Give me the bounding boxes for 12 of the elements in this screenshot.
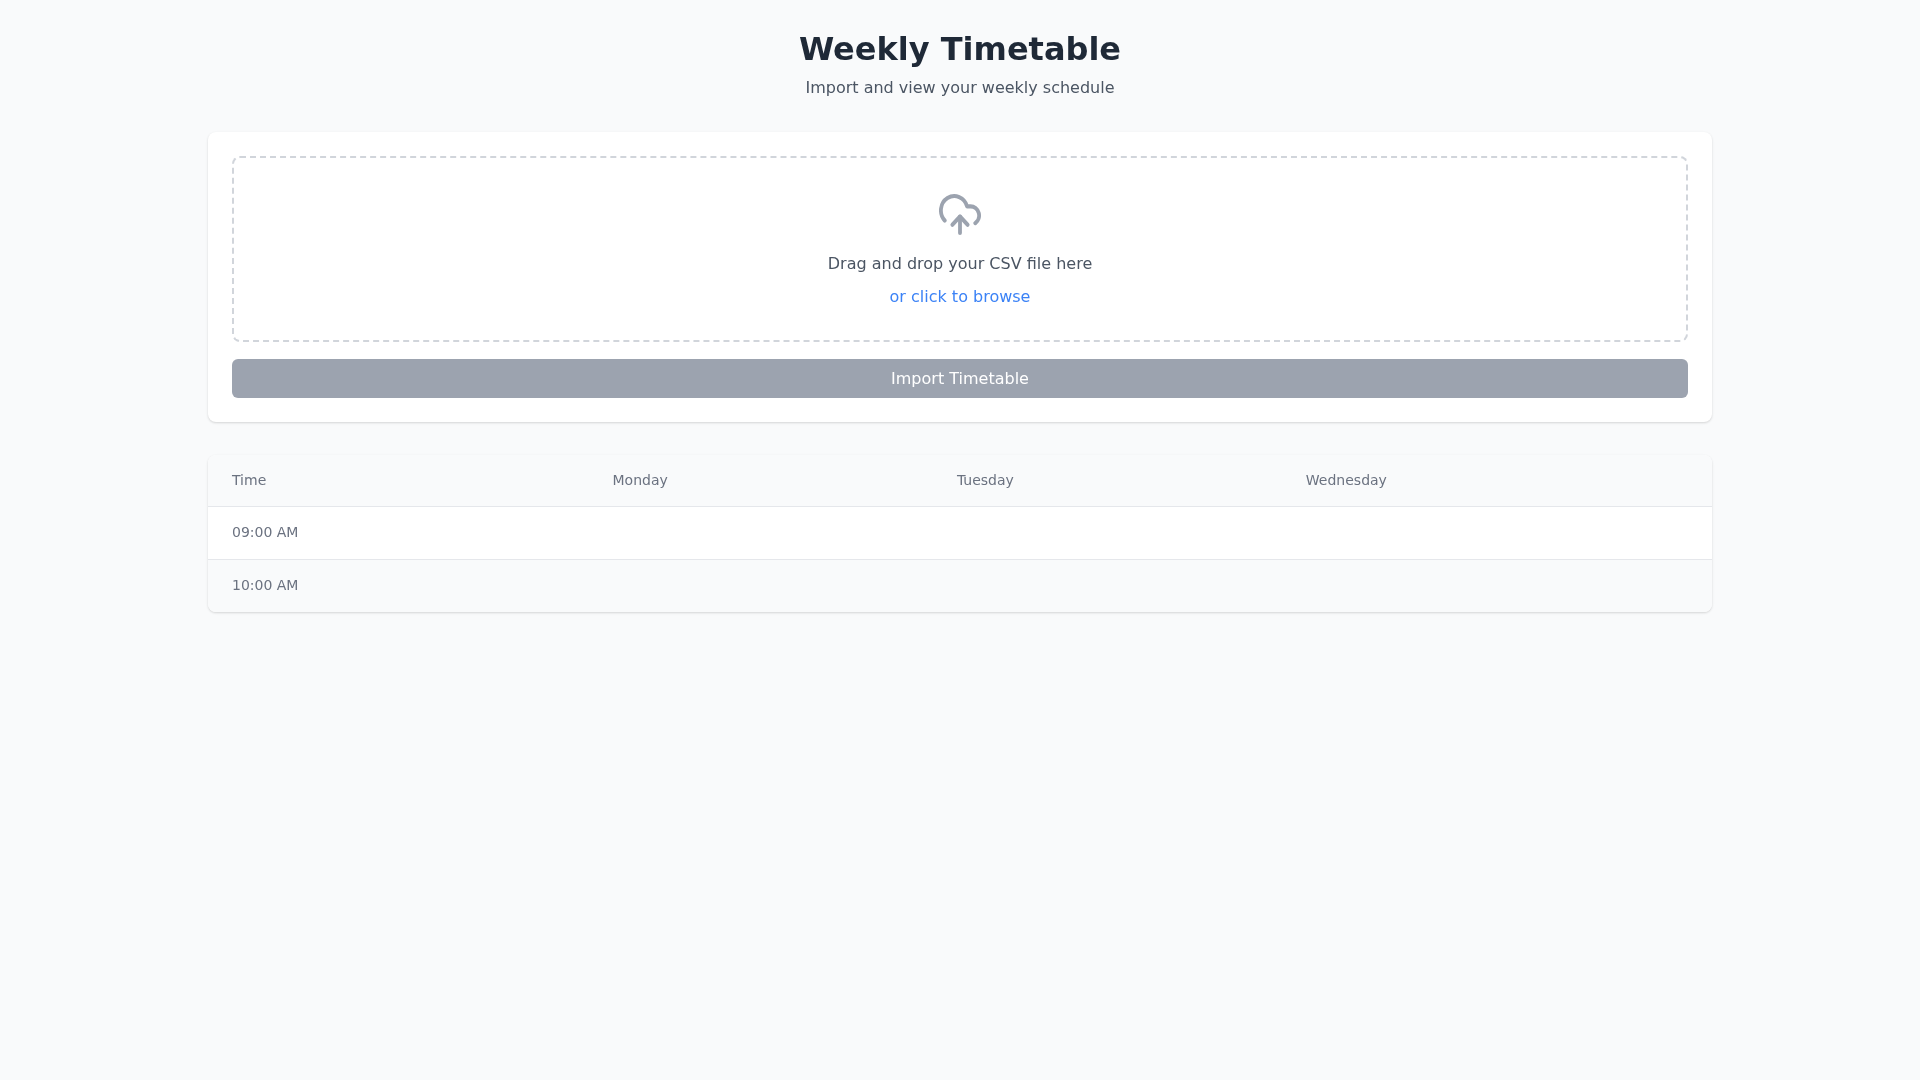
page-subtitle: Import and view your weekly schedule [804, 77, 1116, 99]
column-header: Tuesday [932, 455, 1282, 506]
page-title: Weekly Timetable [797, 30, 1123, 68]
time-cell: 09:00 AM [208, 506, 589, 559]
cloud-upload-icon [939, 192, 981, 235]
column-header: Monday [588, 455, 933, 506]
column-header: Time [208, 455, 589, 506]
drop-instruction: Drag and drop your CSV file here [827, 254, 1093, 273]
time-cell: 10:00 AM [208, 559, 589, 612]
drop-zone[interactable]: Drag and drop your CSV file here or click to browse [232, 156, 1688, 342]
browse-link[interactable]: or click to browse [889, 285, 1031, 309]
column-header: Wednesday [1281, 455, 1712, 506]
